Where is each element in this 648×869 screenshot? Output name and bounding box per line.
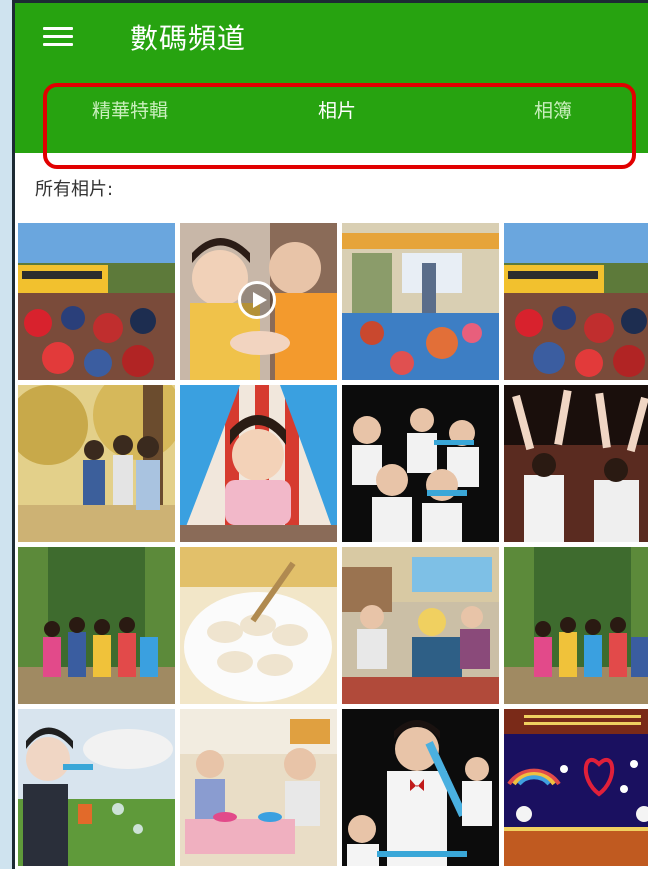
app-window: 數碼頻道 精華特輯 相片 相簿 所有相片: xyxy=(12,0,648,869)
photo-thumbnail[interactable] xyxy=(504,547,648,704)
hamburger-menu-icon[interactable] xyxy=(43,25,75,49)
photo-thumbnail[interactable] xyxy=(342,223,499,380)
photo-thumbnail[interactable] xyxy=(504,223,648,380)
tab-bar-highlight-box xyxy=(43,83,636,169)
photo-thumbnail[interactable] xyxy=(504,709,648,866)
photo-grid xyxy=(18,223,648,866)
play-icon xyxy=(238,281,276,319)
photo-thumbnail[interactable] xyxy=(18,709,175,866)
photo-thumbnail[interactable] xyxy=(504,385,648,542)
photo-thumbnail[interactable] xyxy=(18,385,175,542)
section-label: 所有相片: xyxy=(35,179,114,200)
photo-thumbnail[interactable] xyxy=(18,547,175,704)
page-title: 數碼頻道 xyxy=(130,22,247,55)
photo-thumbnail[interactable] xyxy=(18,223,175,380)
photo-thumbnail[interactable] xyxy=(342,709,499,866)
photo-thumbnail[interactable] xyxy=(342,547,499,704)
video-thumbnail[interactable] xyxy=(180,223,337,380)
photo-thumbnail[interactable] xyxy=(180,709,337,866)
photo-thumbnail[interactable] xyxy=(180,385,337,542)
photo-thumbnail[interactable] xyxy=(180,547,337,704)
photo-thumbnail[interactable] xyxy=(342,385,499,542)
